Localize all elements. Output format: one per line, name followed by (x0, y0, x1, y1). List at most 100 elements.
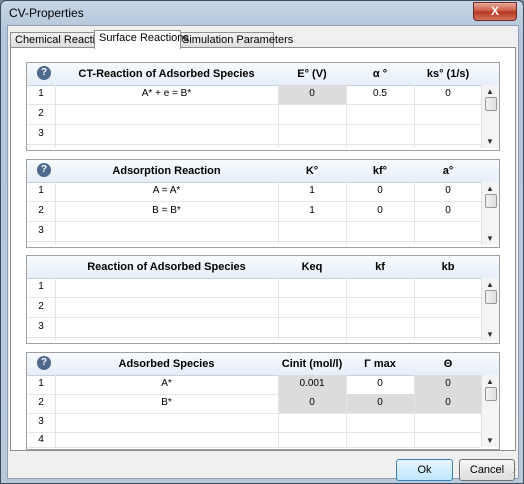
row-index: 2 (38, 205, 44, 216)
table-row[interactable]: 3 (27, 125, 481, 145)
column-divider (278, 278, 279, 341)
table-row[interactable]: 3 (27, 222, 481, 242)
surface-reactions-panel: ? CT-Reaction of Adsorbed Species E° (V)… (10, 47, 516, 451)
cinit-cell[interactable]: 0 (278, 397, 346, 408)
table-row[interactable]: 1 (27, 278, 481, 298)
column-divider (278, 375, 279, 447)
ks-cell[interactable]: 0 (414, 88, 482, 99)
alpha-cell[interactable]: 0.5 (346, 88, 414, 99)
column-divider (55, 375, 56, 447)
scroll-down-icon[interactable]: ▼ (486, 330, 494, 339)
adsorbed-species-reaction-grid: Reaction of Adsorbed Species Keq kf kb 1… (26, 255, 500, 344)
row-index: 2 (38, 397, 44, 408)
scroll-up-icon[interactable]: ▲ (486, 280, 494, 289)
resize-grip-icon[interactable]: ⋰ (509, 468, 517, 477)
grid-header: ? Adsorption Reaction K° kf° a° (27, 160, 499, 183)
grid-header: ? Adsorbed Species Cinit (mol/l) Γ max Θ (27, 353, 499, 376)
scroll-down-icon[interactable]: ▼ (486, 234, 494, 243)
scroll-up-icon[interactable]: ▲ (486, 377, 494, 386)
row-index: 4 (38, 434, 44, 445)
tab-simulation-parameters[interactable]: Simulation Parameters (177, 32, 293, 48)
species-cell[interactable]: B* (55, 397, 278, 408)
scroll-down-icon[interactable]: ▼ (486, 436, 494, 445)
title-bar[interactable]: CV-Properties X (1, 1, 523, 25)
k0-cell[interactable]: 1 (278, 185, 346, 196)
column-divider (346, 85, 347, 148)
help-icon[interactable]: ? (37, 356, 51, 370)
theta-cell[interactable]: 0 (414, 397, 482, 408)
scroll-thumb[interactable] (485, 290, 497, 304)
kf0-cell[interactable]: 0 (346, 185, 414, 196)
cancel-button[interactable]: Cancel (459, 459, 515, 481)
col-header-cinit: Cinit (mol/l) (281, 358, 343, 370)
table-row[interactable]: 1 A = A* 1 0 0 (27, 182, 481, 202)
vertical-scrollbar[interactable]: ▲ ▼ (481, 85, 499, 148)
column-divider (346, 278, 347, 341)
grid-header: Reaction of Adsorbed Species Keq kf kb (27, 256, 499, 279)
grid-header: ? CT-Reaction of Adsorbed Species E° (V)… (27, 63, 499, 86)
row-index: 1 (38, 281, 44, 292)
scroll-thumb[interactable] (485, 387, 497, 401)
vertical-scrollbar[interactable]: ▲ ▼ (481, 278, 499, 341)
col-header-species: Adsorbed Species (118, 358, 215, 370)
scroll-up-icon[interactable]: ▲ (486, 184, 494, 193)
a0-cell[interactable]: 0 (414, 205, 482, 216)
gamma-max-cell[interactable]: 0 (346, 397, 414, 408)
gamma-max-cell[interactable]: 0 (346, 378, 414, 389)
scroll-thumb[interactable] (485, 97, 497, 111)
adsorbed-species-grid: ? Adsorbed Species Cinit (mol/l) Γ max Θ… (26, 352, 500, 450)
vertical-scrollbar[interactable]: ▲ ▼ (481, 375, 499, 447)
e0-cell[interactable]: 0 (278, 88, 346, 99)
col-header-e0: E° (V) (297, 68, 327, 80)
reaction-cell[interactable]: A = A* (55, 185, 278, 196)
column-divider (414, 278, 415, 341)
help-icon[interactable]: ? (37, 163, 51, 177)
column-divider (278, 85, 279, 148)
col-header-theta: Θ (443, 358, 453, 370)
scroll-up-icon[interactable]: ▲ (486, 87, 494, 96)
close-button[interactable]: X (473, 2, 517, 21)
table-row[interactable]: 2 (27, 105, 481, 125)
row-index: 1 (38, 378, 44, 389)
reaction-cell[interactable]: B = B* (55, 205, 278, 216)
reaction-cell[interactable]: A* + e = B* (55, 88, 278, 99)
row-index: 3 (38, 416, 44, 427)
scroll-down-icon[interactable]: ▼ (486, 137, 494, 146)
ok-button[interactable]: Ok (396, 459, 453, 481)
table-row[interactable]: 3 (27, 318, 481, 338)
kf0-cell[interactable]: 0 (346, 205, 414, 216)
col-header-alpha: α ° (372, 68, 388, 80)
ct-reaction-grid: ? CT-Reaction of Adsorbed Species E° (V)… (26, 62, 500, 151)
row-index: 3 (38, 225, 44, 236)
col-header-reaction: Reaction of Adsorbed Species (87, 261, 246, 273)
table-row[interactable]: 2 B = B* 1 0 0 (27, 202, 481, 222)
table-row[interactable]: 3 (27, 413, 481, 433)
dialog-client: Chemical Reactions Surface Reactions Sim… (7, 25, 519, 481)
table-row[interactable]: 2 (27, 298, 481, 318)
a0-cell[interactable]: 0 (414, 185, 482, 196)
table-row[interactable]: 1 A* 0.001 0 0 (27, 375, 482, 395)
theta-cell[interactable]: 0 (414, 378, 482, 389)
adsorption-reaction-grid: ? Adsorption Reaction K° kf° a° 1 A = A*… (26, 159, 500, 248)
col-header-keq: Keq (301, 261, 323, 273)
column-divider (346, 182, 347, 245)
species-cell[interactable]: A* (55, 378, 278, 389)
col-header-kb: kb (441, 261, 455, 273)
table-row[interactable]: 2 B* 0 0 0 (27, 394, 482, 414)
help-icon[interactable]: ? (37, 66, 51, 80)
tab-surface-reactions[interactable]: Surface Reactions (94, 30, 189, 49)
column-divider (346, 375, 347, 447)
table-row[interactable]: 4 (27, 431, 481, 448)
cv-properties-window: CV-Properties X Chemical Reactions Surfa… (0, 0, 524, 484)
col-header-reaction: Adsorption Reaction (112, 165, 221, 177)
col-header-k0: K° (305, 165, 319, 177)
row-index: 2 (38, 108, 44, 119)
column-divider (414, 85, 415, 148)
k0-cell[interactable]: 1 (278, 205, 346, 216)
table-row[interactable]: 1 A* + e = B* 0 0.5 0 (27, 85, 481, 105)
scroll-thumb[interactable] (485, 194, 497, 208)
tab-chemical-reactions[interactable]: Chemical Reactions (10, 32, 113, 48)
cinit-cell[interactable]: 0.001 (278, 378, 346, 389)
column-divider (55, 278, 56, 341)
vertical-scrollbar[interactable]: ▲ ▼ (481, 182, 499, 245)
